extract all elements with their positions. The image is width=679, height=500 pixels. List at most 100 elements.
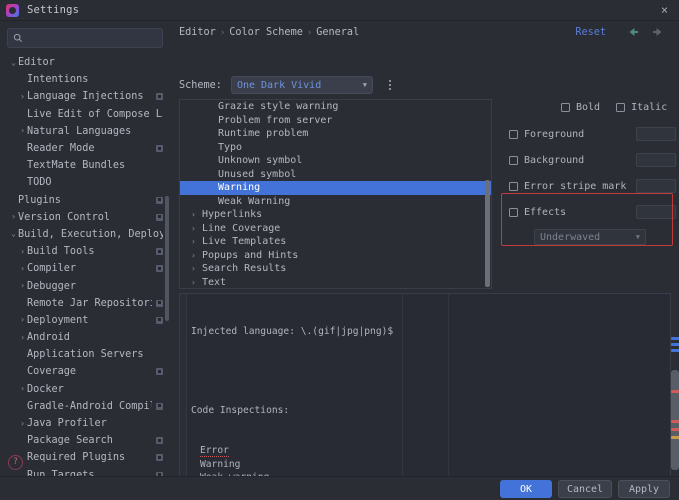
- italic-checkbox[interactable]: [616, 103, 625, 112]
- sidebar-item-version-control[interactable]: ›Version Control: [0, 209, 171, 226]
- checkbox-error-stripe-mark[interactable]: [509, 182, 518, 191]
- sidebar-item-editor[interactable]: ⌄Editor: [0, 54, 171, 71]
- error-stripe-mark[interactable]: [671, 428, 679, 431]
- plugin-badge-icon: [156, 93, 163, 100]
- breadcrumb-item-color-scheme[interactable]: Color Scheme: [229, 27, 303, 38]
- help-question-icon[interactable]: ?: [8, 455, 23, 470]
- attribute-row[interactable]: ›Popups and Hints: [180, 249, 491, 263]
- arrow-right-icon[interactable]: [651, 26, 665, 38]
- attribute-row[interactable]: Grazie style warning: [180, 100, 491, 114]
- attribute-row-label: Search Results: [202, 263, 286, 274]
- scheme-value: One Dark Vivid: [237, 80, 363, 91]
- attribute-list-scrollbar[interactable]: [485, 180, 490, 287]
- color-swatch[interactable]: [636, 179, 676, 193]
- sidebar-item-intentions[interactable]: Intentions: [0, 71, 171, 88]
- attribute-row[interactable]: Runtime problem: [180, 127, 491, 141]
- tree-spacer: [18, 162, 27, 170]
- attribute-row-label: Hyperlinks: [202, 209, 262, 220]
- sidebar-item-build-execution-deployment[interactable]: ⌄Build, Execution, Deployment: [0, 226, 171, 243]
- close-icon[interactable]: ×: [658, 4, 671, 17]
- sidebar-item-live-edit-of-compose-lite[interactable]: Live Edit of Compose Lite: [0, 106, 171, 123]
- breadcrumb-item-general[interactable]: General: [316, 27, 359, 38]
- sidebar-item-required-plugins[interactable]: Required Plugins: [0, 449, 171, 466]
- sidebar-item-language-injections[interactable]: ›Language Injections: [0, 88, 171, 105]
- error-stripe-mark[interactable]: [671, 436, 679, 439]
- attribute-row[interactable]: ›Text: [180, 276, 491, 290]
- attribute-row[interactable]: Unused symbol: [180, 168, 491, 182]
- attribute-row[interactable]: Problem from server: [180, 114, 491, 128]
- attribute-option-rows: ForegroundBackgroundError stripe markEff…: [501, 121, 676, 245]
- sidebar-item-todo[interactable]: TODO: [0, 174, 171, 191]
- attribute-row-selected[interactable]: Warning: [180, 181, 491, 195]
- cancel-button[interactable]: Cancel: [558, 480, 612, 498]
- sidebar-scrollbar[interactable]: [165, 196, 169, 321]
- sidebar-item-reader-mode[interactable]: Reader Mode: [0, 140, 171, 157]
- sidebar-item-run-targets[interactable]: Run Targets: [0, 467, 171, 477]
- arrow-left-icon[interactable]: [626, 26, 640, 38]
- attribute-row[interactable]: ›Live Templates: [180, 235, 491, 249]
- error-stripe-mark[interactable]: [671, 337, 679, 340]
- ok-button[interactable]: OK: [500, 480, 552, 498]
- sidebar-item-build-tools[interactable]: ›Build Tools: [0, 243, 171, 260]
- sidebar-item-plugins[interactable]: Plugins: [0, 192, 171, 209]
- sidebar-item-remote-jar-repositories[interactable]: Remote Jar Repositories: [0, 295, 171, 312]
- sidebar-item-compiler[interactable]: ›Compiler: [0, 260, 171, 277]
- sidebar-item-package-search[interactable]: Package Search: [0, 432, 171, 449]
- attribute-row[interactable]: Typo: [180, 141, 491, 155]
- color-swatch[interactable]: [636, 153, 676, 167]
- sidebar-item-android[interactable]: ›Android: [0, 329, 171, 346]
- attribute-row[interactable]: ›Search Results: [180, 262, 491, 276]
- chevron-right-icon: ›: [18, 316, 27, 324]
- sidebar-item-application-servers[interactable]: Application Servers: [0, 346, 171, 363]
- error-stripe-mark[interactable]: [671, 420, 679, 423]
- checkbox-background[interactable]: [509, 156, 518, 165]
- attribute-row[interactable]: Unknown symbol: [180, 154, 491, 168]
- color-attribute-list[interactable]: Grazie style warningProblem from serverR…: [179, 99, 492, 289]
- more-vertical-icon[interactable]: [385, 77, 395, 93]
- search-input[interactable]: [27, 33, 157, 44]
- chevron-right-icon: ›: [9, 213, 18, 221]
- apply-button[interactable]: Apply: [618, 480, 670, 498]
- breadcrumb-item-editor[interactable]: Editor: [179, 27, 216, 38]
- checkbox-effects[interactable]: [509, 208, 518, 217]
- color-preview-pane[interactable]: Injected language: \.(gif|jpg|png)$ Code…: [179, 293, 671, 483]
- sidebar-item-debugger[interactable]: ›Debugger: [0, 277, 171, 294]
- sidebar-item-label: Debugger: [27, 281, 163, 292]
- sidebar-item-label: Deployment: [27, 315, 152, 326]
- breadcrumb: Editor › Color Scheme › General: [179, 27, 359, 38]
- scheme-select[interactable]: One Dark Vivid ▼: [231, 76, 373, 94]
- attribute-row[interactable]: ›Hyperlinks: [180, 208, 491, 222]
- title-bar: Settings ×: [0, 0, 679, 21]
- color-swatch[interactable]: [636, 205, 676, 219]
- attribute-row[interactable]: ›Line Coverage: [180, 222, 491, 236]
- sidebar-item-gradle-android-compiler[interactable]: Gradle-Android Compiler: [0, 398, 171, 415]
- sidebar-item-textmate-bundles[interactable]: TextMate Bundles: [0, 157, 171, 174]
- sidebar-item-java-profiler[interactable]: ›Java Profiler: [0, 415, 171, 432]
- chevron-down-icon: ▼: [363, 81, 367, 89]
- sidebar-search: [0, 21, 171, 48]
- reset-link[interactable]: Reset: [575, 27, 606, 38]
- sidebar-item-label: Reader Mode: [27, 143, 152, 154]
- sidebar-item-docker[interactable]: ›Docker: [0, 381, 171, 398]
- breadcrumb-separator: ›: [307, 28, 312, 38]
- error-stripe-mark[interactable]: [671, 349, 679, 352]
- search-box[interactable]: [7, 28, 163, 48]
- error-stripe-mark[interactable]: [671, 390, 679, 393]
- tree-spacer: [18, 299, 27, 307]
- sidebar-item-natural-languages[interactable]: ›Natural Languages: [0, 123, 171, 140]
- preview-line: Warning: [191, 458, 632, 471]
- attribute-row[interactable]: Weak Warning: [180, 195, 491, 209]
- nav-arrows: [626, 26, 665, 38]
- checkbox-foreground[interactable]: [509, 130, 518, 139]
- option-row-effects: Effects: [501, 199, 676, 225]
- color-swatch[interactable]: [636, 127, 676, 141]
- chevron-right-icon: ›: [191, 264, 202, 273]
- error-stripe-column[interactable]: [671, 293, 679, 483]
- sidebar-item-coverage[interactable]: Coverage: [0, 363, 171, 380]
- bold-checkbox[interactable]: [561, 103, 570, 112]
- sidebar-item-deployment[interactable]: ›Deployment: [0, 312, 171, 329]
- plugin-badge-icon: [156, 403, 163, 410]
- error-stripe-mark[interactable]: [671, 343, 679, 346]
- effect-type-select[interactable]: Underwaved ▼: [534, 229, 646, 245]
- chevron-right-icon: ›: [191, 237, 202, 246]
